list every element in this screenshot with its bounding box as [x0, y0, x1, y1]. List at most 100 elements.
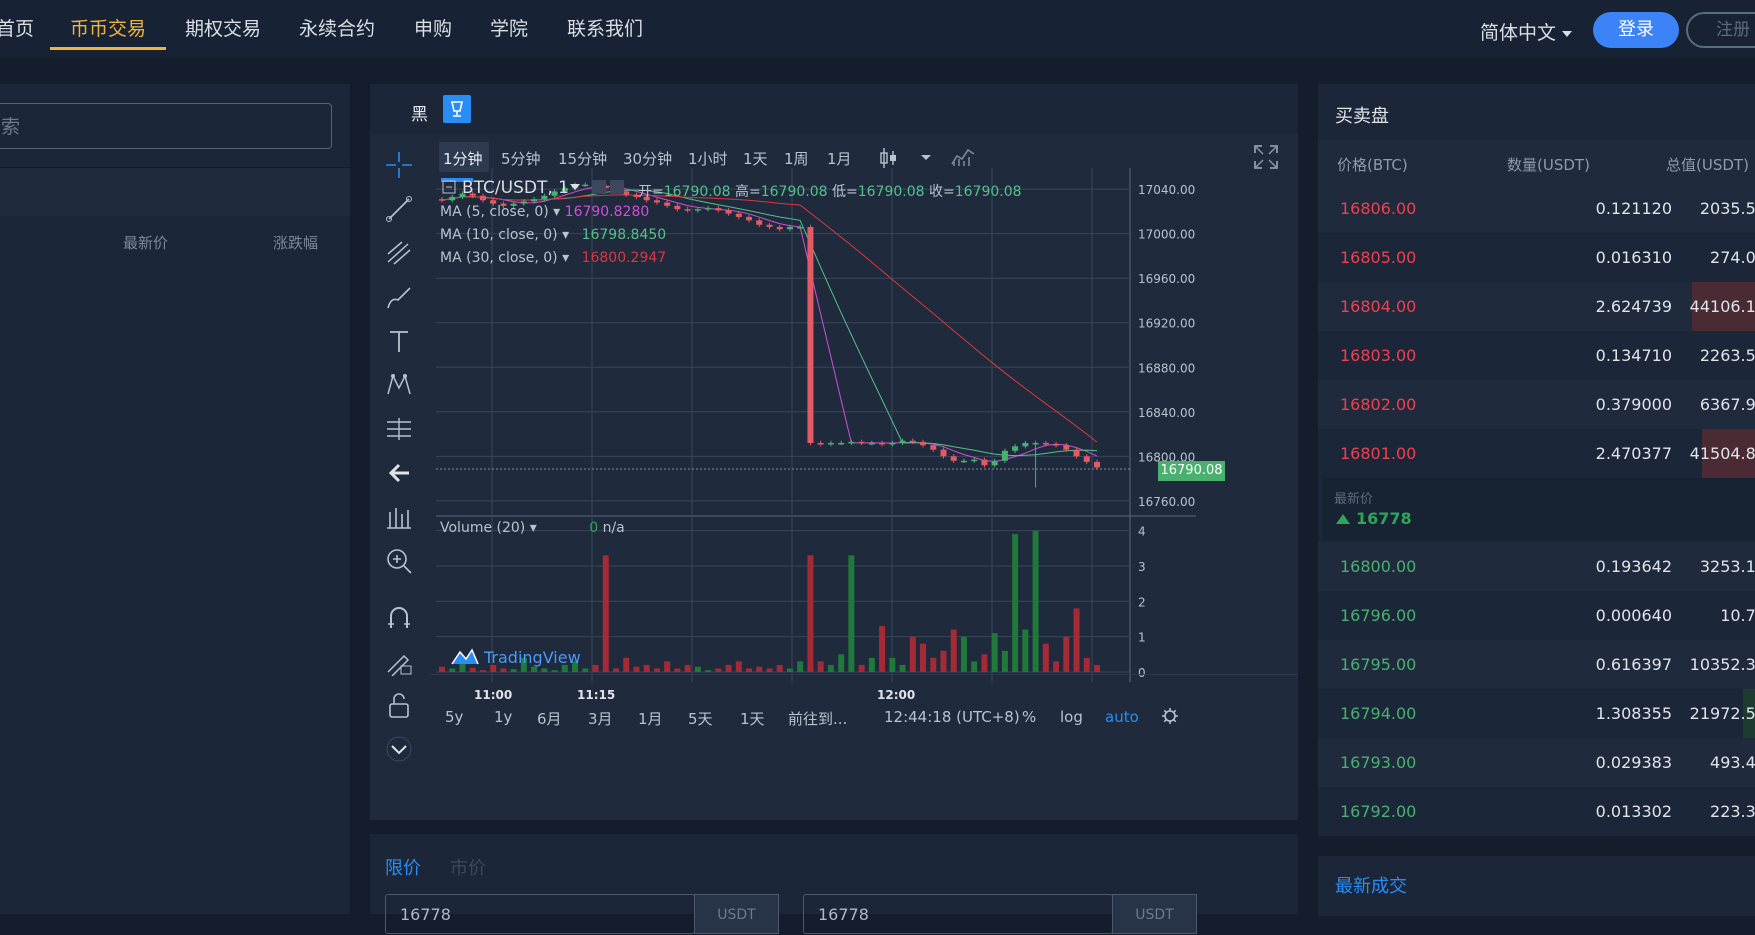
volume-bar	[510, 669, 517, 672]
range-5d[interactable]: 5天	[688, 708, 713, 729]
volume-legend[interactable]: Volume (20) ▾ 0 n/a	[440, 520, 625, 536]
volume-bar	[582, 668, 589, 672]
bid-amount: 0.000640	[1595, 606, 1672, 625]
range-6m[interactable]: 6月	[537, 708, 562, 729]
volume-bar	[531, 666, 538, 672]
time-tick-label: 11:00	[474, 688, 512, 702]
ask-row[interactable]: 16801.00 2.470377 41504.81	[1318, 429, 1755, 478]
volume-bar	[1042, 643, 1049, 672]
candle-body	[766, 224, 773, 227]
chevron-down-icon[interactable]	[570, 184, 580, 191]
bid-amount: 1.308355	[1595, 704, 1672, 723]
bid-price: 16796.00	[1340, 606, 1417, 625]
time-readout[interactable]: 12:44:18 (UTC+8)	[884, 708, 1020, 726]
ma10-legend[interactable]: MA (10, close, 0) ▾ 16798.8450	[440, 227, 666, 243]
theme-toggle-label[interactable]: 黑	[411, 100, 428, 125]
ask-amount: 0.121120	[1595, 199, 1672, 218]
ma30-legend[interactable]: MA (30, close, 0) ▾ 16800.2947	[440, 250, 666, 266]
ma5-legend[interactable]: MA (5, close, 0) ▾ 16790.8280	[440, 204, 649, 220]
sell-price-input[interactable]: 16778	[803, 894, 1113, 934]
symbol-label[interactable]: BTC/USDT, 1	[462, 178, 569, 198]
bid-row[interactable]: 16800.00 0.193642 3253.18	[1318, 542, 1755, 591]
settings-icon[interactable]	[592, 180, 606, 194]
volume-bar	[1001, 650, 1008, 672]
candle-body	[1063, 445, 1070, 450]
ma10-value: 16798.8450	[581, 227, 667, 243]
bid-total: 10.74	[1720, 606, 1755, 625]
bid-row[interactable]: 16793.00 0.029383 493.42	[1318, 738, 1755, 787]
nav-item-perpetual[interactable]: 永续合约	[299, 14, 375, 41]
range-1d[interactable]: 1天	[740, 708, 765, 729]
nav-item-options[interactable]: 期权交易	[185, 14, 261, 41]
volume-bar	[776, 664, 783, 672]
candle-body	[582, 184, 589, 187]
high-label: 高=	[735, 184, 761, 200]
tab-limit[interactable]: 限价	[385, 854, 421, 880]
candle-body	[899, 440, 906, 443]
language-select[interactable]: 简体中文	[1480, 18, 1573, 45]
volume-bar	[746, 668, 753, 672]
ask-row[interactable]: 16802.00 0.379000 6367.95	[1318, 380, 1755, 429]
range-1y[interactable]: 1y	[494, 708, 512, 726]
buy-price-input[interactable]: 16778	[385, 894, 695, 934]
volume-bar	[1094, 664, 1100, 672]
nav-item-subscribe[interactable]: 申购	[414, 14, 452, 41]
ask-price: 16801.00	[1340, 444, 1417, 463]
candle-body	[991, 460, 998, 466]
latest-trades-panel: 最新成交	[1318, 856, 1755, 916]
col-header-change[interactable]: 涨跌幅	[273, 232, 318, 253]
candle-body	[889, 442, 896, 445]
bid-amount: 0.616397	[1595, 655, 1672, 674]
candle-body	[920, 441, 927, 446]
collapse-icon[interactable]	[442, 180, 456, 194]
price-tick-label: 16840.00	[1138, 406, 1195, 420]
log-scale-toggle[interactable]: log	[1060, 708, 1083, 726]
candle-body	[848, 441, 855, 444]
settings-icon[interactable]	[610, 180, 624, 194]
candle-body	[746, 216, 753, 221]
theme-toggle-button[interactable]	[443, 95, 471, 123]
tab-market[interactable]: 市价	[450, 854, 486, 880]
market-search-input[interactable]: 索	[0, 103, 332, 149]
volume-bar	[920, 643, 927, 672]
candle-body	[879, 442, 886, 445]
nav-item-spot[interactable]: 币币交易	[70, 14, 146, 41]
bid-row[interactable]: 16796.00 0.000640 10.74	[1318, 591, 1755, 640]
candle-body	[981, 459, 988, 466]
bid-row[interactable]: 16792.00 0.013302 223.36	[1318, 787, 1755, 836]
ask-row[interactable]: 16804.00 2.624739 44106.11	[1318, 282, 1755, 331]
col-header-last-price[interactable]: 最新价	[123, 232, 168, 253]
register-button[interactable]: 注册	[1686, 12, 1755, 48]
price-tick-label: 16960.00	[1138, 272, 1195, 286]
nav-item-academy[interactable]: 学院	[490, 14, 528, 41]
latest-trades-title[interactable]: 最新成交	[1335, 872, 1407, 898]
nav-item-contact[interactable]: 联系我们	[567, 14, 643, 41]
gear-icon[interactable]	[1161, 707, 1179, 725]
volume-bar	[664, 661, 671, 672]
bid-price: 16792.00	[1340, 802, 1417, 821]
tradingview-logo-icon	[451, 648, 479, 665]
percent-scale-toggle[interactable]: %	[1022, 708, 1036, 726]
buy-price-unit: USDT	[694, 894, 779, 934]
bid-total: 21972.51	[1689, 704, 1755, 723]
bid-row[interactable]: 16794.00 1.308355 21972.51	[1318, 689, 1755, 738]
order-book-panel: 买卖盘 价格(BTC) 数量(USDT) 总值(USDT) 16806.00 0.…	[1318, 84, 1755, 836]
candle-body	[623, 191, 630, 195]
ask-row[interactable]: 16806.00 0.121120 2035.54	[1318, 184, 1755, 233]
volume-bar	[817, 661, 824, 672]
login-button[interactable]: 登录	[1593, 12, 1679, 48]
candle-body	[827, 442, 834, 445]
range-5y[interactable]: 5y	[445, 708, 463, 726]
top-nav: 首页 币币交易 期权交易 永续合约 申购 学院 联系我们 简体中文 登录 注册	[0, 0, 1755, 58]
ask-row[interactable]: 16805.00 0.016310 274.08	[1318, 233, 1755, 282]
range-1m[interactable]: 1月	[638, 708, 663, 729]
auto-scale-toggle[interactable]: auto	[1105, 708, 1139, 726]
nav-item-home[interactable]: 首页	[0, 14, 34, 41]
bid-total: 493.42	[1710, 753, 1755, 772]
col-header-price: 价格(BTC)	[1337, 156, 1408, 174]
range-3m[interactable]: 3月	[588, 708, 613, 729]
go-to-date[interactable]: 前往到...	[788, 708, 847, 729]
volume-tick-label: 3	[1138, 560, 1146, 574]
bid-row[interactable]: 16795.00 0.616397 10352.38	[1318, 640, 1755, 689]
ask-row[interactable]: 16803.00 0.134710 2263.53	[1318, 331, 1755, 380]
